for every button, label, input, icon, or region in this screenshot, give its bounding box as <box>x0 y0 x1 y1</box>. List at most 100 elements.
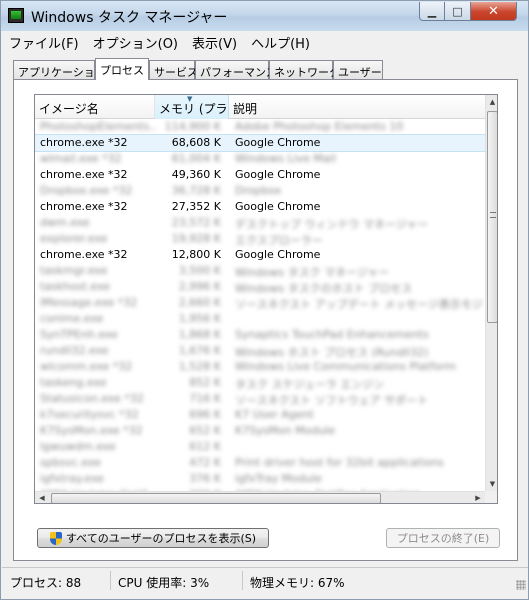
process-memory: 376 K <box>189 472 221 485</box>
table-row[interactable]: igfxtray.exe 376 K igfxTray Module <box>35 471 485 487</box>
menu-options[interactable]: オプション(O) <box>86 31 185 52</box>
vertical-scroll-thumb[interactable] <box>487 111 497 323</box>
status-cpu-usage: CPU 使用率: 3% <box>118 576 210 590</box>
table-row[interactable]: wlmail.exe *32 61,004 K Windows Live Mail <box>35 151 485 167</box>
status-divider <box>110 571 111 590</box>
process-description: K7SysMon Module <box>235 424 336 437</box>
process-memory: 652 K <box>189 424 221 437</box>
scroll-down-arrow-icon[interactable]: ▼ <box>486 477 497 491</box>
process-image-name: k7securitysvc *32 <box>40 408 139 421</box>
table-row[interactable]: spbsvc.exe 472 K Print driver host for 32b… <box>35 455 485 471</box>
process-image-name: chrome.exe *32 <box>40 200 128 213</box>
table-row[interactable]: rundll32.exe 1,676 K Windows ホスト プロセス (Run… <box>35 343 485 359</box>
title-bar[interactable]: Windows タスク マネージャー ▁ □ ✕ <box>1 1 528 31</box>
scroll-left-arrow-icon[interactable]: ◀ <box>35 492 49 503</box>
process-description: Adobe Photoshop Elements 10 <box>235 120 404 133</box>
tab-processes[interactable]: プロセス <box>95 58 149 80</box>
table-row[interactable]: dwm.exe 23,572 K デスクトップ ウィンドウ マネージャー <box>35 215 485 231</box>
process-image-name: wlmail.exe *32 <box>40 152 122 165</box>
menu-view[interactable]: 表示(V) <box>185 31 244 52</box>
column-memory[interactable]: ▼ メモリ (プラ... <box>155 95 229 119</box>
process-memory: 27,352 K <box>171 200 221 213</box>
process-memory: 1,956 K <box>178 312 221 325</box>
sort-descending-icon: ▼ <box>187 95 193 103</box>
table-row[interactable]: SynTPEnh.exe 1,868 K Synaptics TouchPad En… <box>35 327 485 343</box>
end-process-button[interactable]: プロセスの終了(E) <box>386 528 500 548</box>
resize-grip-icon[interactable] <box>516 580 526 590</box>
process-rows: PhotoshopElements... 114,900 K Adobe Photo… <box>35 119 486 503</box>
process-description: Windows Live Communications Platform <box>235 360 456 373</box>
tab-applications[interactable]: アプリケーション <box>13 60 106 79</box>
table-row[interactable]: K7SysMon.exe *32 652 K K7SysMon Module <box>35 423 485 439</box>
scroll-right-arrow-icon[interactable]: ▶ <box>471 492 485 503</box>
table-row[interactable]: chrome.exe *32 12,800 K Google Chrome <box>35 247 485 263</box>
process-description: igfxTray Module <box>235 472 322 485</box>
process-image-name: Statusicon.exe *32 <box>40 392 144 405</box>
horizontal-scroll-thumb[interactable] <box>51 493 381 503</box>
process-image-name: chrome.exe *32 <box>40 248 128 261</box>
table-row[interactable]: k7securitysvc *32 696 K K7 User Agent <box>35 407 485 423</box>
minimize-button[interactable]: ▁ <box>419 2 445 21</box>
process-description: デスクトップ ウィンドウ マネージャー <box>235 218 429 231</box>
tab-network[interactable]: ネットワーク <box>269 60 340 79</box>
process-description: Google Chrome <box>235 136 321 149</box>
table-row[interactable]: Statusicon.exe *32 716 K ソースネクスト ソフトウェア サポ… <box>35 391 485 407</box>
process-image-name: K7SysMon.exe *32 <box>40 424 143 437</box>
table-row[interactable]: PhotoshopElements... 114,900 K Adobe Photo… <box>35 119 485 135</box>
process-description: Windows ホスト プロセス (Rundll32) <box>235 346 429 359</box>
column-image-name[interactable]: イメージ名 <box>35 95 155 119</box>
column-memory-label: メモリ (プラ... <box>159 102 228 116</box>
process-description: Windows タスクのホスト プロセス <box>235 282 413 295</box>
process-memory: 1,868 K <box>178 328 221 341</box>
scrollbar-corner <box>485 491 497 503</box>
table-row[interactable]: wlcomm.exe *32 1,528 K Windows Live Commun… <box>35 359 485 375</box>
process-image-name: conime.exe <box>40 312 104 325</box>
table-row[interactable]: chrome.exe *32 27,352 K Google Chrome <box>35 199 485 215</box>
process-memory: 36,728 K <box>171 184 221 197</box>
process-description: Google Chrome <box>235 200 321 213</box>
process-description: Dropbox <box>235 184 282 197</box>
process-description: ソースネクスト ソフトウェア サポート <box>235 394 429 407</box>
show-all-users-processes-button[interactable]: すべてのユーザーのプロセスを表示(S) <box>37 528 269 548</box>
process-image-name: igfxtray.exe <box>40 472 104 485</box>
uac-shield-icon <box>49 531 62 545</box>
tab-services[interactable]: サービス <box>149 60 198 79</box>
column-description[interactable]: 説明 <box>229 95 485 119</box>
menu-help[interactable]: ヘルプ(H) <box>244 31 317 52</box>
horizontal-scrollbar[interactable]: ◀ ▶ <box>35 491 485 503</box>
show-all-users-label: すべてのユーザーのプロセスを表示(S) <box>65 532 257 545</box>
process-list[interactable]: イメージ名 ▼ メモリ (プラ... 説明 PhotoshopElements.… <box>34 94 498 504</box>
process-description: Google Chrome <box>235 248 321 261</box>
table-row[interactable]: explorer.exe 19,928 K エクスプローラー <box>35 231 485 247</box>
status-process-count: プロセス: 88 <box>10 576 82 590</box>
table-row[interactable]: chrome.exe *32 68,608 K Google Chrome <box>35 134 486 152</box>
process-memory: 2,996 K <box>178 280 221 293</box>
tab-performance[interactable]: パフォーマンス <box>195 60 277 79</box>
vertical-scrollbar[interactable]: ▲ ▼ <box>485 95 497 491</box>
tab-users[interactable]: ユーザー <box>333 60 383 79</box>
process-description: Google Chrome <box>235 168 321 181</box>
process-memory: 472 K <box>189 456 221 469</box>
table-row[interactable]: taskhost.exe 2,996 K Windows タスクのホスト プロセス <box>35 279 485 295</box>
menu-file[interactable]: ファイル(F) <box>2 31 86 52</box>
process-image-name: taskhost.exe <box>40 280 110 293</box>
process-image-name: rundll32.exe <box>40 344 109 357</box>
process-description: Synaptics TouchPad Enhancements <box>235 328 429 341</box>
process-image-name: wlcomm.exe *32 <box>40 360 133 373</box>
table-row[interactable]: Dropbox.exe *32 36,728 K Dropbox <box>35 183 485 199</box>
table-row[interactable]: lMessage.exe *32 2,660 K ソースネクスト アップデート メッ… <box>35 295 485 311</box>
maximize-button[interactable]: □ <box>445 2 471 21</box>
process-image-name: lgwuwdm.exe <box>40 440 116 453</box>
process-image-name: taskeng.exe <box>40 376 107 389</box>
table-row[interactable]: chrome.exe *32 49,360 K Google Chrome <box>35 167 485 183</box>
scroll-up-arrow-icon[interactable]: ▲ <box>486 95 497 109</box>
process-image-name: PhotoshopElements... <box>40 120 155 133</box>
table-row[interactable]: conime.exe 1,956 K <box>35 311 485 327</box>
table-row[interactable]: lgwuwdm.exe 612 K <box>35 439 485 455</box>
table-row[interactable]: taskmgr.exe 3,500 K Windows タスク マネージャー <box>35 263 485 279</box>
table-row[interactable]: taskeng.exe 852 K タスク スケジューラ エンジン <box>35 375 485 391</box>
process-image-name: spbsvc.exe <box>40 456 101 469</box>
process-image-name: dwm.exe <box>40 216 90 229</box>
process-memory: 852 K <box>189 376 221 389</box>
close-button[interactable]: ✕ <box>471 2 517 21</box>
